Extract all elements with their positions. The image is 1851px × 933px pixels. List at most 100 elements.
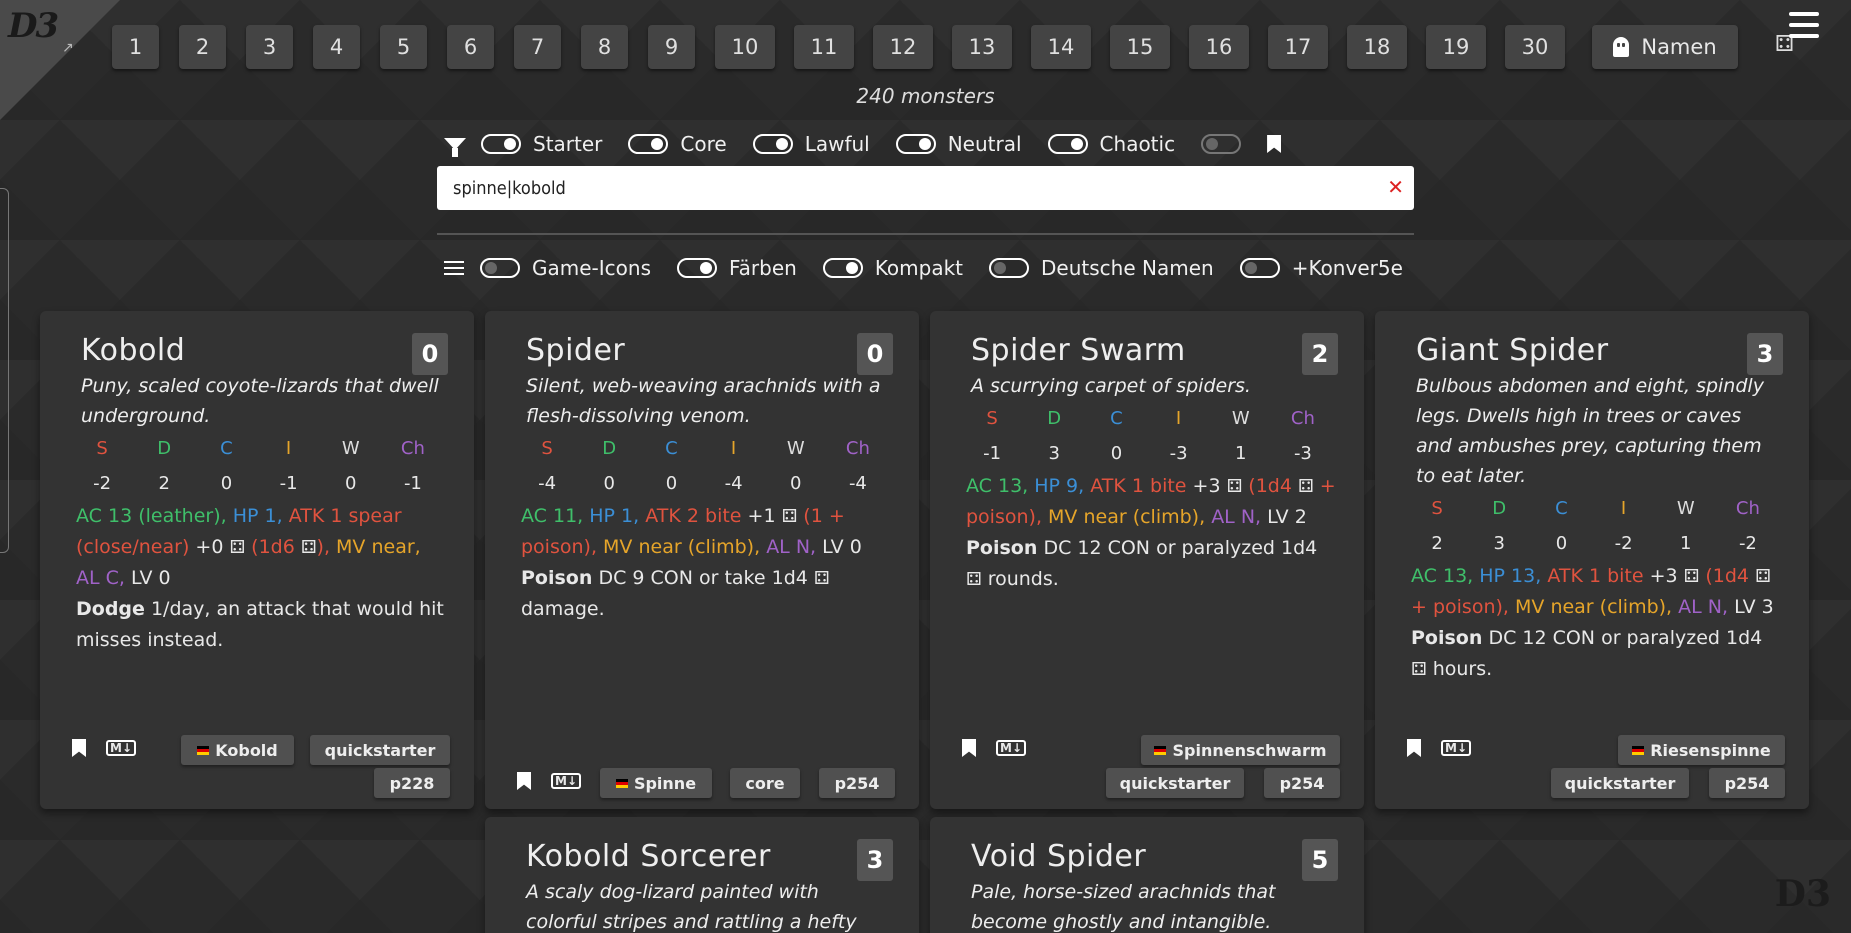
markdown-icon[interactable]: M↓ [1441, 740, 1471, 756]
markdown-icon[interactable]: M↓ [996, 740, 1026, 756]
stat-label-i: I [1620, 498, 1627, 519]
neutral-toggle[interactable] [895, 134, 936, 154]
bookmark-icon[interactable] [72, 739, 86, 757]
konver5e-label: +Konver5e [1291, 256, 1403, 280]
damage: (1d6 [251, 536, 295, 558]
level-button-12[interactable]: 12 [873, 25, 933, 69]
d20-icon[interactable]: ⚃ [1227, 476, 1243, 497]
monster-card-kobold[interactable]: Kobold 0 Puny, scaled coyote-lizards tha… [40, 311, 474, 809]
german-name-tag[interactable]: Spinnenschwarm [1141, 735, 1340, 765]
menu-icon[interactable] [1789, 12, 1819, 45]
bookmark-icon[interactable] [962, 739, 976, 757]
ability-name: Dodge [76, 598, 145, 620]
bookmark-icon[interactable] [517, 772, 531, 790]
kompakt-toggle[interactable] [822, 258, 863, 278]
mv-value: near (climb), [1083, 506, 1206, 528]
level-button-13[interactable]: 13 [952, 25, 1012, 69]
sidebar-handle[interactable] [0, 188, 9, 553]
deutsche-namen-toggle[interactable] [989, 258, 1030, 278]
combat-line: AC 13, HP 13, ATK 1 bite +3 ⚃ (1d4 ⚃ + p… [1411, 561, 1783, 623]
level-button-18[interactable]: 18 [1347, 25, 1407, 69]
chaotic-toggle[interactable] [1047, 134, 1088, 154]
source-tag[interactable]: quickstarter [1551, 768, 1689, 798]
stat-value: -4 [724, 473, 743, 494]
d20-icon[interactable]: ⚃ [1411, 659, 1427, 680]
d20-icon[interactable]: ⚃ [966, 569, 982, 590]
atk-value: 1 bite [1588, 565, 1644, 587]
level-button-7[interactable]: 7 [514, 25, 561, 69]
monster-card-void-spider[interactable]: Void Spider 5 Pale, horse-sized arachnid… [930, 817, 1364, 933]
damage: (1d4 [1705, 565, 1750, 587]
german-name: Riesenspinne [1650, 740, 1771, 760]
level-button-14[interactable]: 14 [1031, 25, 1091, 69]
level-button-9[interactable]: 9 [648, 25, 695, 69]
level-button-10[interactable]: 10 [715, 25, 775, 69]
stat-label-s: S [1431, 498, 1443, 519]
chaotic-label: Chaotic [1099, 132, 1176, 156]
german-name-tag[interactable]: Spinne [600, 768, 712, 798]
page-tag[interactable]: p254 [819, 768, 895, 798]
d20-icon[interactable]: ⚃ [814, 568, 830, 589]
page-tag[interactable]: p254 [1709, 768, 1785, 798]
monster-count: 240 monsters [856, 84, 995, 108]
level-button-1[interactable]: 1 [112, 25, 159, 69]
d20-icon[interactable]: ⚃ [782, 506, 798, 527]
ability-text: DC 12 CON or paralyzed 1d4 [1043, 537, 1318, 559]
monster-name: Kobold [81, 333, 186, 368]
level-button-11[interactable]: 11 [794, 25, 854, 69]
german-name-tag[interactable]: Riesenspinne [1618, 735, 1785, 765]
search-input[interactable] [437, 166, 1414, 210]
level-button-4[interactable]: 4 [313, 25, 360, 69]
atk-label: ATK [1547, 565, 1583, 587]
bookmark-icon[interactable] [1407, 739, 1421, 757]
level-button-8[interactable]: 8 [581, 25, 628, 69]
lv-label: LV [131, 567, 153, 589]
level-button-16[interactable]: 16 [1189, 25, 1249, 69]
lawful-toggle[interactable] [752, 134, 793, 154]
konver5e-toggle[interactable] [1239, 258, 1280, 278]
level-button-30[interactable]: 30 [1505, 25, 1565, 69]
d20-icon[interactable]: ⚃ [301, 537, 317, 558]
monster-card-giant-spider[interactable]: Giant Spider 3 Bulbous abdomen and eight… [1375, 311, 1809, 809]
stat-label-ch: Ch [1735, 498, 1760, 519]
settings-sliders-icon [444, 257, 464, 279]
al-value: C, [105, 567, 125, 589]
ac-label: AC [521, 505, 547, 527]
atk-bonus: +3 [1192, 475, 1221, 497]
expand-arrow-icon[interactable]: ↗ [62, 40, 74, 56]
mv-value: near (climb), [638, 536, 761, 558]
d20-icon[interactable]: ⚃ [229, 537, 245, 558]
hp-value: 1, [621, 505, 640, 527]
namen-button[interactable]: Namen [1592, 25, 1738, 69]
markdown-icon[interactable]: M↓ [106, 740, 136, 756]
markdown-icon[interactable]: M↓ [551, 773, 581, 789]
atk-bonus: +3 [1649, 565, 1678, 587]
page-tag[interactable]: p254 [1264, 768, 1340, 798]
level-button-15[interactable]: 15 [1110, 25, 1170, 69]
page-tag[interactable]: p228 [374, 768, 450, 798]
faerben-toggle[interactable] [676, 258, 717, 278]
level-button-19[interactable]: 19 [1426, 25, 1486, 69]
level-button-2[interactable]: 2 [179, 25, 226, 69]
source-tag[interactable]: core [730, 768, 800, 798]
core-toggle[interactable] [628, 134, 669, 154]
clear-search-icon[interactable]: ✕ [1387, 175, 1404, 199]
monster-card-kobold-sorcerer[interactable]: Kobold Sorcerer 3 A scaly dog-lizard pai… [485, 817, 919, 933]
level-button-5[interactable]: 5 [380, 25, 427, 69]
level-button-3[interactable]: 3 [246, 25, 293, 69]
d20-icon[interactable]: ⚃ [1684, 566, 1700, 587]
starter-toggle[interactable] [481, 134, 521, 154]
stat-label-w: W [1676, 498, 1695, 519]
level-button-17[interactable]: 17 [1268, 25, 1328, 69]
game-icons-toggle[interactable] [480, 258, 520, 278]
source-tag[interactable]: quickstarter [310, 735, 450, 765]
level-button-6[interactable]: 6 [447, 25, 494, 69]
source-tag[interactable]: quickstarter [1106, 768, 1244, 798]
d20-icon[interactable]: ⚃ [1298, 476, 1314, 497]
german-name-tag[interactable]: Kobold [181, 735, 294, 765]
atk-label: ATK [645, 505, 681, 527]
bookmarked-toggle[interactable] [1201, 134, 1242, 154]
d20-icon[interactable]: ⚃ [1755, 566, 1771, 587]
monster-card-spider-swarm[interactable]: Spider Swarm 2 A scurrying carpet of spi… [930, 311, 1364, 809]
monster-card-spider[interactable]: Spider 0 Silent, web-weaving arachnids w… [485, 311, 919, 809]
